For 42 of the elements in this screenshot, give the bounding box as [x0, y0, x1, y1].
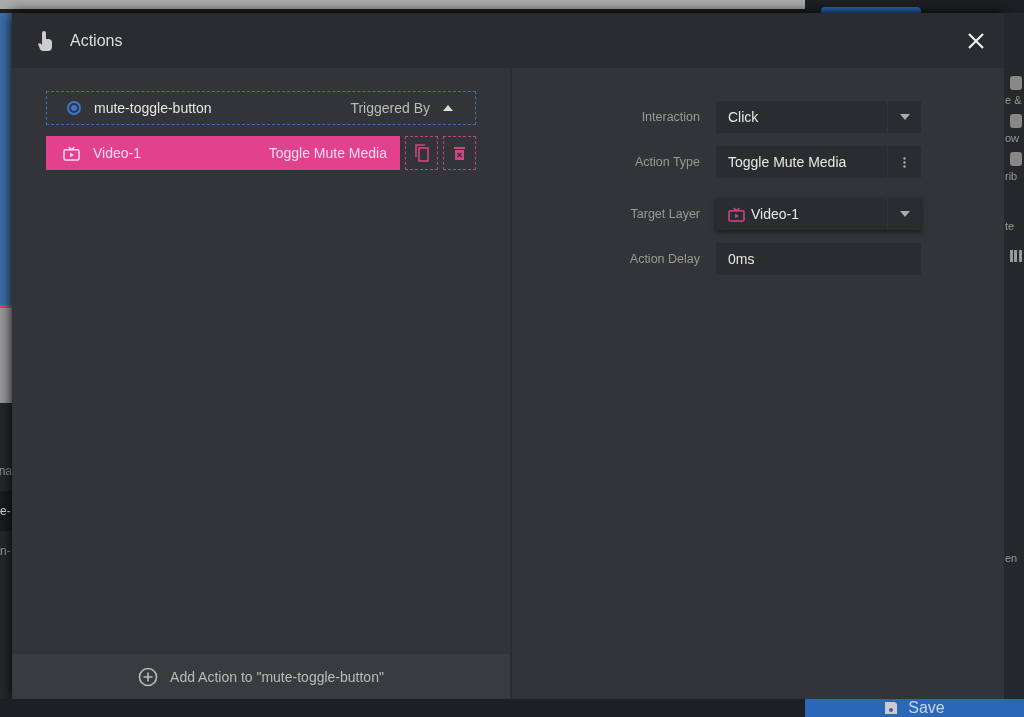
panel-text: na — [0, 464, 12, 478]
tool-icon[interactable] — [1010, 152, 1022, 166]
video-icon — [63, 145, 80, 161]
tool-icon[interactable] — [1010, 114, 1022, 128]
delete-button[interactable] — [443, 136, 476, 170]
field-label: Interaction — [640, 110, 700, 124]
caret-down-icon — [899, 114, 910, 120]
field-label: Target Layer — [629, 207, 700, 221]
action-name: Toggle Mute Media — [268, 145, 387, 161]
panel-text: e- — [0, 504, 11, 518]
copy-icon — [414, 144, 429, 162]
radio-button[interactable] — [67, 101, 81, 115]
trash-icon — [454, 146, 465, 160]
plus-circle-icon — [138, 666, 159, 687]
panel-text: e & — [1004, 94, 1023, 106]
panel-text: rib — [1004, 170, 1019, 182]
save-button[interactable]: Save — [805, 699, 1024, 717]
layer-name: Video-1 — [751, 206, 799, 222]
layer-name: Video-1 — [93, 145, 142, 161]
video-icon — [728, 206, 745, 222]
panel-text: te — [1004, 220, 1016, 232]
field-label: Action Delay — [628, 252, 700, 266]
trigger-row[interactable]: mute-toggle-button Triggered By — [46, 91, 476, 125]
dropdown-field[interactable]: Click — [716, 101, 921, 133]
tool-icon[interactable] — [1010, 76, 1022, 90]
window-title: Actions — [70, 31, 124, 50]
caret-down-icon — [899, 211, 910, 217]
action-type-field[interactable]: Toggle Mute Media — [716, 146, 921, 178]
panel-text: ow — [1004, 132, 1021, 144]
triggered-by-label: Triggered By — [350, 100, 430, 116]
toolbar-button[interactable] — [821, 7, 921, 13]
dropdown-field[interactable]: Video-1 — [716, 198, 921, 230]
more-icon — [903, 156, 906, 168]
layer-name: mute-toggle-button — [94, 100, 213, 116]
input-field[interactable]: 0ms — [716, 243, 921, 275]
close-button[interactable] — [966, 30, 986, 51]
panel-text: en — [1004, 552, 1019, 564]
copy-button[interactable] — [405, 136, 438, 170]
caret-up-icon[interactable] — [443, 105, 453, 111]
panel-text: n- — [0, 544, 11, 558]
field-label: Action Type — [633, 155, 700, 169]
pointing-hand-icon — [38, 30, 52, 51]
